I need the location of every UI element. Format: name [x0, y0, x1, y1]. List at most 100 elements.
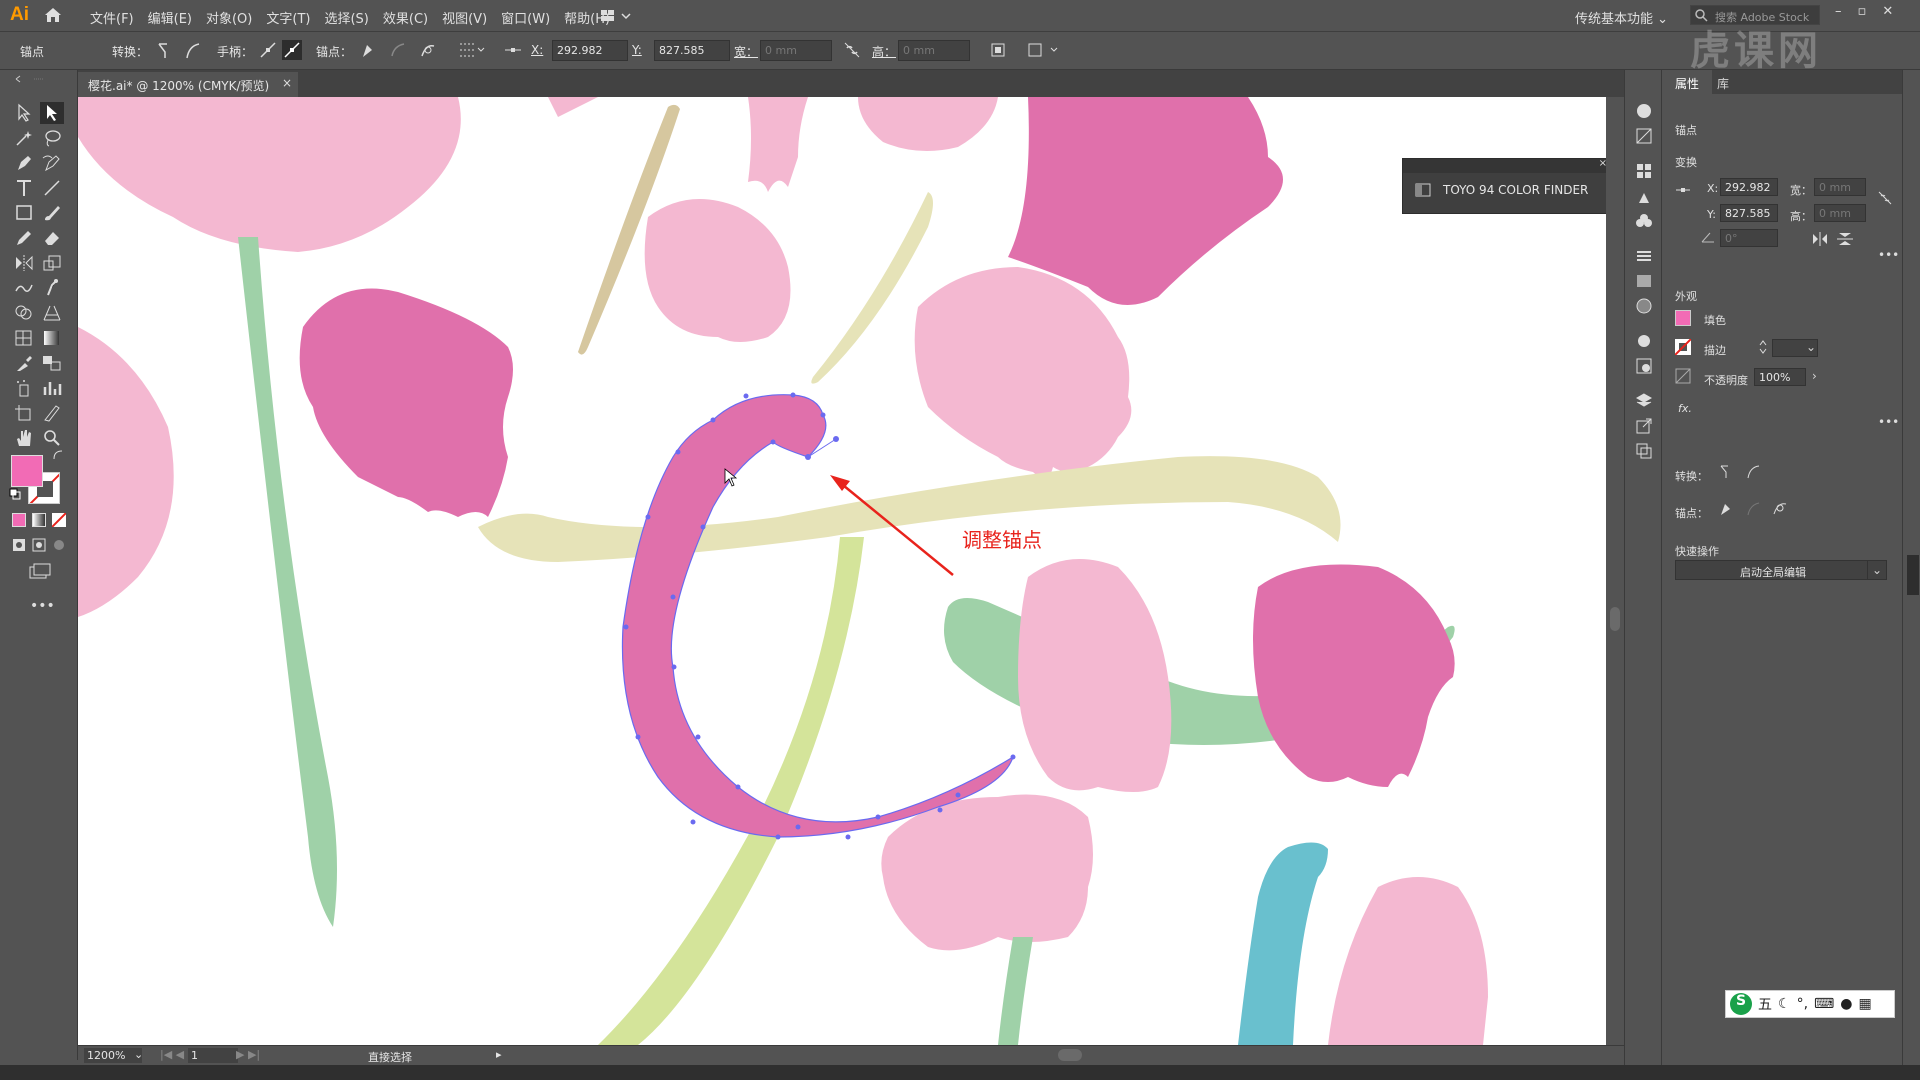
scroll-thumb[interactable]	[1610, 607, 1620, 631]
panel-w-field[interactable]: 0 mm	[1814, 178, 1866, 196]
punctuation-icon[interactable]: °,	[1797, 996, 1808, 1012]
artboard-tool-icon[interactable]	[12, 402, 36, 424]
fill-color-front[interactable]	[11, 455, 43, 487]
minimize-icon[interactable]: –	[1835, 4, 1842, 19]
swatches-icon[interactable]	[1635, 162, 1653, 180]
link-proportions-icon[interactable]	[842, 40, 862, 60]
lasso-tool-icon[interactable]	[40, 127, 64, 149]
menu-window[interactable]: 窗口(W)	[501, 8, 550, 27]
panel-remove-anchor-icon[interactable]	[1717, 499, 1735, 517]
cut-path-icon[interactable]	[418, 40, 438, 60]
swap-fill-stroke-icon[interactable]	[52, 449, 64, 461]
ime-toolbar[interactable]: S 五 ☾ °, ⌨ ● ▦	[1725, 990, 1895, 1018]
x-coordinate-field[interactable]: 292.982	[552, 40, 628, 61]
menu-edit[interactable]: 编辑(E)	[148, 8, 192, 27]
hand-tool-icon[interactable]	[12, 427, 36, 449]
panel-cut-path-icon[interactable]	[1771, 499, 1789, 517]
home-icon[interactable]	[44, 7, 62, 23]
constrain-proportions-icon[interactable]	[1877, 190, 1893, 206]
gradient-tool-icon[interactable]	[40, 327, 64, 349]
align-grid-icon[interactable]	[458, 40, 486, 60]
gradient-panel-icon[interactable]	[1635, 272, 1653, 290]
paintbrush-tool-icon[interactable]	[40, 202, 64, 224]
remove-anchor-icon[interactable]	[358, 40, 378, 60]
user-icon[interactable]: ●	[1840, 996, 1852, 1012]
panel-h-field[interactable]: 0 mm	[1814, 204, 1866, 222]
draw-mode-icons[interactable]	[12, 538, 66, 552]
menu-type[interactable]: 文字(T)	[266, 8, 310, 27]
panel-x-field[interactable]: 292.982	[1720, 178, 1778, 196]
fx-icon[interactable]: fx.	[1678, 402, 1692, 415]
handle-hide-icon[interactable]	[282, 40, 302, 60]
zoom-dropdown-icon[interactable]: ⌄	[134, 1048, 143, 1061]
panel-angle-field[interactable]: 0°	[1720, 229, 1778, 247]
isolate-icon[interactable]	[988, 40, 1008, 60]
panel-y-field[interactable]: 827.585	[1720, 204, 1778, 222]
prev-artboard-icon[interactable]: |◀ ◀	[160, 1048, 184, 1061]
workspace-switcher[interactable]: 传统基本功能 ⌄	[1575, 8, 1668, 27]
selection-tool-icon[interactable]	[12, 102, 36, 124]
puppet-warp-tool-icon[interactable]	[40, 277, 64, 299]
eyedropper-tool-icon[interactable]	[12, 352, 36, 374]
height-field[interactable]: 0 mm	[898, 40, 970, 61]
symbol-sprayer-tool-icon[interactable]	[12, 377, 36, 399]
vertical-scrollbar[interactable]	[1606, 97, 1624, 1045]
slice-tool-icon[interactable]	[40, 402, 64, 424]
arrange-documents-icon[interactable]	[600, 8, 632, 24]
opacity-field[interactable]: 100%	[1754, 368, 1806, 386]
moon-icon[interactable]: ☾	[1778, 996, 1791, 1012]
warp-tool-icon[interactable]	[12, 277, 36, 299]
gradient-mode-icon[interactable]	[32, 513, 46, 527]
menu-file[interactable]: 文件(F)	[90, 8, 134, 27]
pencil-tool-icon[interactable]	[12, 227, 36, 249]
perspective-grid-tool-icon[interactable]	[40, 302, 64, 324]
menu-object[interactable]: 对象(O)	[206, 8, 252, 27]
curvature-tool-icon[interactable]	[40, 152, 64, 174]
convert-smooth-icon[interactable]	[183, 40, 203, 60]
flip-horizontal-icon[interactable]	[1812, 232, 1828, 246]
reference-point-icon[interactable]	[503, 40, 523, 60]
panel-collapse-icon[interactable]	[1907, 555, 1919, 595]
grid-icon[interactable]: ▦	[1858, 996, 1871, 1012]
eraser-tool-icon[interactable]	[40, 227, 64, 249]
stroke-dropdown-icon[interactable]: ⌄	[1806, 340, 1816, 354]
shape-builder-tool-icon[interactable]	[12, 302, 36, 324]
handle-show-icon[interactable]	[258, 40, 278, 60]
panel-connect-anchor-icon[interactable]	[1744, 499, 1762, 517]
close-document-icon[interactable]: ×	[282, 76, 292, 90]
toyo-color-finder-panel[interactable]: TOYO 94 COLOR FINDER ×	[1402, 158, 1612, 214]
menu-effect[interactable]: 效果(C)	[383, 8, 428, 27]
type-tool-icon[interactable]	[12, 177, 36, 199]
status-menu-icon[interactable]: ▸	[496, 1048, 502, 1061]
fill-swatch[interactable]	[1675, 310, 1691, 326]
pen-tool-icon[interactable]	[12, 152, 36, 174]
panel-convert-corner-icon[interactable]	[1717, 462, 1735, 480]
none-mode-icon[interactable]	[52, 513, 66, 527]
menu-view[interactable]: 视图(V)	[442, 8, 487, 27]
appearance-more-icon[interactable]: •••	[1878, 415, 1899, 429]
line-tool-icon[interactable]	[40, 177, 64, 199]
appearance-icon[interactable]	[1635, 332, 1653, 350]
horizontal-scroll-thumb[interactable]	[1058, 1049, 1082, 1061]
reflect-tool-icon[interactable]	[12, 252, 36, 274]
close-icon[interactable]: ✕	[1882, 4, 1893, 19]
panel-convert-smooth-icon[interactable]	[1744, 462, 1762, 480]
convert-corner-icon[interactable]	[155, 40, 175, 60]
zoom-tool-icon[interactable]	[40, 427, 64, 449]
blend-tool-icon[interactable]	[40, 352, 64, 374]
transform-more-icon[interactable]: •••	[1878, 248, 1899, 262]
tab-libraries[interactable]: 库	[1717, 75, 1729, 92]
stroke-panel-icon[interactable]	[1635, 247, 1653, 265]
flip-vertical-icon[interactable]	[1837, 232, 1853, 246]
next-artboard-icon[interactable]: ▶ ▶|	[236, 1048, 260, 1061]
artboards-icon[interactable]	[1635, 442, 1653, 460]
edit-toolbar-icon[interactable]: •••	[30, 598, 55, 614]
magic-wand-tool-icon[interactable]	[12, 127, 36, 149]
rectangle-tool-icon[interactable]	[12, 202, 36, 224]
global-edit-options-icon[interactable]: ⌄	[1867, 560, 1887, 580]
more-options-icon[interactable]	[1026, 40, 1062, 60]
keyboard-icon[interactable]: ⌨	[1814, 996, 1834, 1012]
direct-selection-tool-icon[interactable]	[40, 102, 64, 124]
symbols-icon[interactable]	[1635, 212, 1653, 230]
export-icon[interactable]	[1635, 417, 1653, 435]
